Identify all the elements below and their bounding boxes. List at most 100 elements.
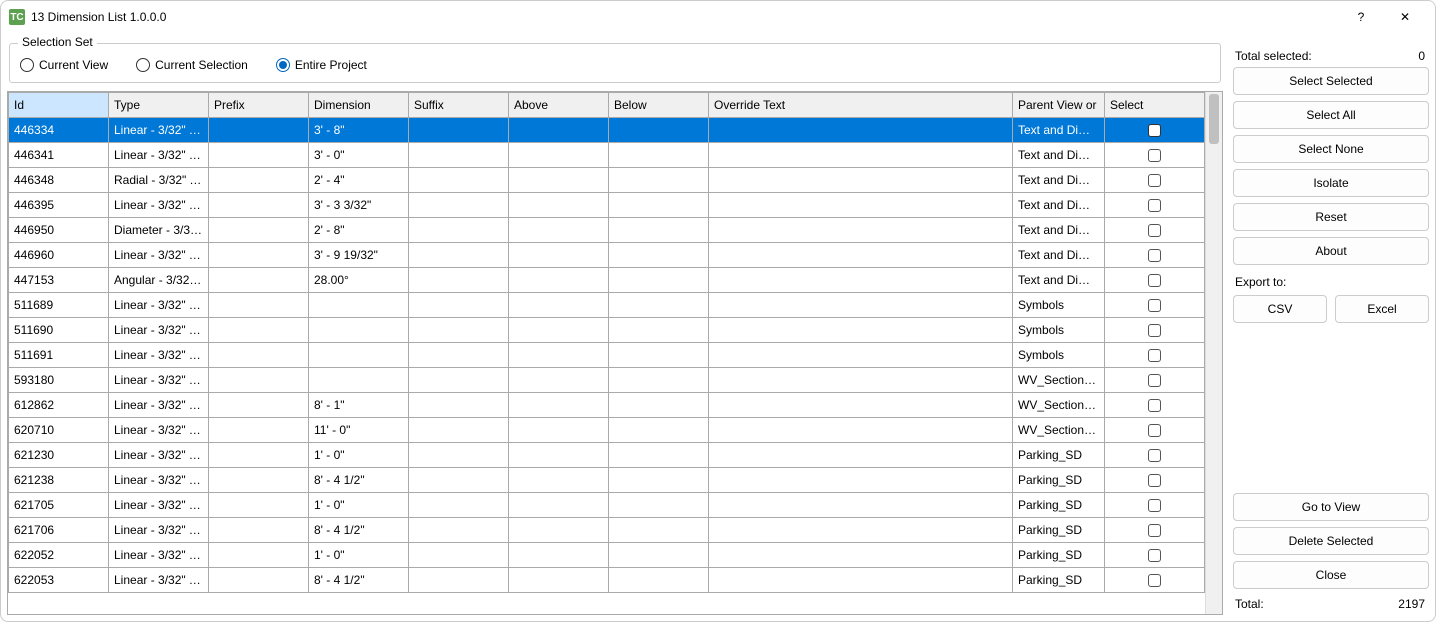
cell-dimension[interactable]: 8' - 1"	[309, 393, 409, 418]
checkbox-icon[interactable]	[1148, 474, 1161, 487]
cell-suffix[interactable]	[409, 393, 509, 418]
cell-above[interactable]	[509, 293, 609, 318]
cell-suffix[interactable]	[409, 193, 509, 218]
cell-above[interactable]	[509, 318, 609, 343]
cell-type[interactable]: Linear - 3/32" Tr...	[109, 418, 209, 443]
cell-parent[interactable]: Parking_SD	[1013, 443, 1105, 468]
cell-type[interactable]: Linear - 3/32" Tr...	[109, 293, 209, 318]
cell-suffix[interactable]	[409, 243, 509, 268]
cell-above[interactable]	[509, 168, 609, 193]
cell-prefix[interactable]	[209, 543, 309, 568]
cell-below[interactable]	[609, 493, 709, 518]
table-row[interactable]: 622052Linear - 3/32" Tr...1' - 0"Parking…	[9, 543, 1205, 568]
cell-select[interactable]	[1105, 168, 1205, 193]
cell-dimension[interactable]: 1' - 0"	[309, 443, 409, 468]
cell-override[interactable]	[709, 318, 1013, 343]
checkbox-icon[interactable]	[1148, 124, 1161, 137]
cell-override[interactable]	[709, 268, 1013, 293]
checkbox-icon[interactable]	[1148, 349, 1161, 362]
cell-override[interactable]	[709, 143, 1013, 168]
cell-id[interactable]: 446334	[9, 118, 109, 143]
cell-parent[interactable]: Symbols	[1013, 293, 1105, 318]
radio-entire-project[interactable]: Entire Project	[276, 58, 367, 72]
cell-suffix[interactable]	[409, 118, 509, 143]
table-row[interactable]: 621238Linear - 3/32" Tr...8' - 4 1/2"Par…	[9, 468, 1205, 493]
cell-type[interactable]: Diameter - 3/32...	[109, 218, 209, 243]
cell-type[interactable]: Linear - 3/32" Tr...	[109, 468, 209, 493]
cell-prefix[interactable]	[209, 568, 309, 593]
cell-prefix[interactable]	[209, 193, 309, 218]
cell-parent[interactable]: Symbols	[1013, 318, 1105, 343]
cell-select[interactable]	[1105, 193, 1205, 218]
col-header-id[interactable]: Id	[9, 93, 109, 118]
cell-above[interactable]	[509, 543, 609, 568]
cell-prefix[interactable]	[209, 293, 309, 318]
table-row[interactable]: 612862Linear - 3/32" Tr...8' - 1"WV_Sect…	[9, 393, 1205, 418]
table-row[interactable]: 621706Linear - 3/32" Tr...8' - 4 1/2"Par…	[9, 518, 1205, 543]
table-row[interactable]: 622053Linear - 3/32" Tr...8' - 4 1/2"Par…	[9, 568, 1205, 593]
cell-below[interactable]	[609, 193, 709, 218]
table-row[interactable]: 446341Linear - 3/32" Tr...3' - 0"Text an…	[9, 143, 1205, 168]
table-row[interactable]: 446348Radial - 3/32" Tr...2' - 4"Text an…	[9, 168, 1205, 193]
cell-dimension[interactable]	[309, 293, 409, 318]
cell-dimension[interactable]	[309, 318, 409, 343]
cell-below[interactable]	[609, 268, 709, 293]
cell-suffix[interactable]	[409, 368, 509, 393]
radio-current-view[interactable]: Current View	[20, 58, 108, 72]
cell-select[interactable]	[1105, 243, 1205, 268]
cell-id[interactable]: 446348	[9, 168, 109, 193]
cell-override[interactable]	[709, 368, 1013, 393]
cell-type[interactable]: Linear - 3/32" Tr...	[109, 143, 209, 168]
select-selected-button[interactable]: Select Selected	[1233, 67, 1429, 95]
table-row[interactable]: 593180Linear - 3/32" Tr...WV_Section at …	[9, 368, 1205, 393]
cell-type[interactable]: Linear - 3/32" Tr...	[109, 343, 209, 368]
col-header-override[interactable]: Override Text	[709, 93, 1013, 118]
cell-parent[interactable]: WV_Section at ...	[1013, 418, 1105, 443]
cell-dimension[interactable]: 8' - 4 1/2"	[309, 518, 409, 543]
cell-parent[interactable]: Parking_SD	[1013, 543, 1105, 568]
cell-id[interactable]: 621705	[9, 493, 109, 518]
close-button[interactable]: Close	[1233, 561, 1429, 589]
checkbox-icon[interactable]	[1148, 224, 1161, 237]
cell-below[interactable]	[609, 343, 709, 368]
cell-dimension[interactable]: 1' - 0"	[309, 543, 409, 568]
cell-dimension[interactable]: 1' - 0"	[309, 493, 409, 518]
cell-prefix[interactable]	[209, 243, 309, 268]
close-window-button[interactable]: ✕	[1383, 3, 1427, 31]
checkbox-icon[interactable]	[1148, 574, 1161, 587]
cell-dimension[interactable]: 8' - 4 1/2"	[309, 468, 409, 493]
cell-suffix[interactable]	[409, 418, 509, 443]
cell-suffix[interactable]	[409, 218, 509, 243]
cell-type[interactable]: Linear - 3/32" Tr...	[109, 543, 209, 568]
cell-below[interactable]	[609, 568, 709, 593]
cell-override[interactable]	[709, 193, 1013, 218]
cell-id[interactable]: 593180	[9, 368, 109, 393]
cell-select[interactable]	[1105, 518, 1205, 543]
cell-below[interactable]	[609, 443, 709, 468]
cell-prefix[interactable]	[209, 343, 309, 368]
checkbox-icon[interactable]	[1148, 249, 1161, 262]
cell-select[interactable]	[1105, 493, 1205, 518]
cell-suffix[interactable]	[409, 168, 509, 193]
cell-dimension[interactable]: 3' - 0"	[309, 143, 409, 168]
delete-selected-button[interactable]: Delete Selected	[1233, 527, 1429, 555]
scrollbar-thumb[interactable]	[1209, 94, 1219, 144]
cell-above[interactable]	[509, 493, 609, 518]
col-header-above[interactable]: Above	[509, 93, 609, 118]
cell-type[interactable]: Linear - 3/32" Tr...	[109, 393, 209, 418]
select-all-button[interactable]: Select All	[1233, 101, 1429, 129]
cell-select[interactable]	[1105, 468, 1205, 493]
cell-suffix[interactable]	[409, 543, 509, 568]
cell-type[interactable]: Linear - 3/32" Tr...	[109, 193, 209, 218]
cell-dimension[interactable]: 3' - 3 3/32"	[309, 193, 409, 218]
cell-parent[interactable]: Symbols	[1013, 343, 1105, 368]
table-row[interactable]: 621705Linear - 3/32" Tr...1' - 0"Parking…	[9, 493, 1205, 518]
cell-dimension[interactable]: 3' - 9 19/32"	[309, 243, 409, 268]
cell-above[interactable]	[509, 343, 609, 368]
cell-select[interactable]	[1105, 343, 1205, 368]
cell-dimension[interactable]: 3' - 8"	[309, 118, 409, 143]
cell-override[interactable]	[709, 468, 1013, 493]
col-header-suffix[interactable]: Suffix	[409, 93, 509, 118]
cell-id[interactable]: 511691	[9, 343, 109, 368]
cell-suffix[interactable]	[409, 518, 509, 543]
